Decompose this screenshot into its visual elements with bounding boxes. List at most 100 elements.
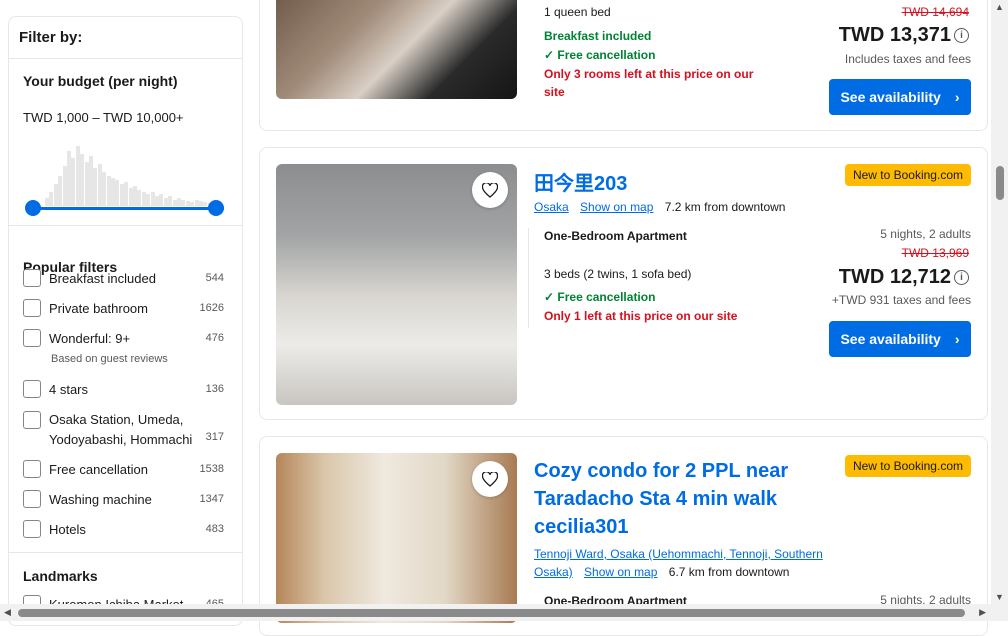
review-note: Based on guest reviews [51, 353, 168, 365]
budget-slider-max-handle[interactable] [208, 200, 224, 216]
histogram-bar [181, 200, 186, 206]
check-icon: ✓ [544, 290, 558, 304]
filter-label: 4 stars [49, 381, 89, 397]
scroll-up-icon[interactable]: ▲ [995, 2, 1004, 12]
info-icon[interactable]: i [954, 28, 969, 43]
see-availability-button[interactable]: See availability › [829, 79, 971, 115]
scroll-right-icon[interactable]: ▶ [979, 607, 986, 618]
bed-info: 1 queen bed [544, 5, 611, 19]
horizontal-scrollbar[interactable]: ◀ ▶ [0, 604, 1008, 621]
filter-private-bathroom[interactable]: Private bathroom [23, 299, 148, 317]
property-title[interactable]: Cozy condo for 2 PPL near Taradacho Sta … [534, 457, 788, 541]
filter-washing-machine[interactable]: Washing machine [23, 490, 152, 508]
breakfast-included: Breakfast included [544, 29, 652, 43]
divider [528, 228, 529, 328]
show-on-map-link[interactable]: Show on map [584, 565, 657, 579]
filter-sidebar: Filter by: Your budget (per night) TWD 1… [8, 16, 243, 626]
histogram-bar [155, 196, 159, 206]
filter-count: 544 [205, 272, 224, 284]
vertical-scrollbar[interactable]: ▲ ▼ [991, 0, 1008, 604]
location-line: Tennoji Ward, Osaka (Uehommachi, Tennoji… [534, 545, 834, 581]
save-heart-button[interactable] [472, 172, 508, 208]
checkbox[interactable] [23, 329, 41, 347]
histogram-bar [190, 202, 195, 206]
histogram-bar [137, 190, 142, 206]
filter-wonderful[interactable]: Wonderful: 9+ [23, 329, 130, 347]
histogram-bar [67, 151, 71, 206]
original-price: TWD 13,969 [901, 246, 969, 260]
checkbox[interactable] [23, 520, 41, 538]
filter-label: Washing machine [49, 491, 152, 507]
histogram-bar [106, 176, 111, 206]
filter-label: Wonderful: 9+ [49, 330, 131, 346]
histogram-bar [97, 164, 102, 206]
histogram-bar [115, 180, 120, 206]
histogram-bar [53, 184, 58, 206]
taxes-note: Includes taxes and fees [844, 52, 971, 66]
landmarks-title: Landmarks [23, 568, 98, 584]
taxes-note: +TWD 931 taxes and fees [831, 293, 971, 307]
location-link[interactable]: Osaka [534, 200, 569, 214]
filter-count: 1626 [199, 302, 224, 314]
scrollbar-thumb[interactable] [18, 609, 965, 617]
checkbox[interactable] [23, 380, 41, 398]
divider [9, 552, 242, 553]
property-title[interactable]: 田今里203 [534, 167, 627, 196]
histogram-bar [163, 198, 168, 206]
filter-label: Breakfast included [49, 270, 156, 286]
budget-title: Your budget (per night) [23, 73, 178, 89]
histogram-bar [75, 146, 80, 206]
property-photo[interactable] [276, 0, 517, 99]
histogram-bar [185, 201, 190, 206]
checkbox[interactable] [23, 490, 41, 508]
checkbox[interactable] [23, 460, 41, 478]
current-price: TWD 12,712 [838, 266, 951, 288]
heart-icon [482, 471, 498, 487]
histogram-bar [80, 154, 85, 206]
see-availability-button[interactable]: See availability › [829, 321, 971, 357]
location-line: Osaka Show on map 7.2 km from downtown [534, 200, 785, 214]
filter-breakfast[interactable]: Breakfast included [23, 269, 156, 287]
budget-slider-track[interactable] [33, 207, 224, 210]
histogram-bar [124, 182, 129, 206]
scarcity-message: Only 3 rooms left at this price on our s… [544, 67, 754, 99]
filter-free-cancellation[interactable]: Free cancellation [23, 460, 148, 478]
filter-count: 1347 [199, 493, 224, 505]
checkbox[interactable] [23, 269, 41, 287]
scrollbar-thumb[interactable] [996, 166, 1004, 200]
filter-4-stars[interactable]: 4 stars [23, 380, 88, 398]
original-price: TWD 14,694 [901, 5, 969, 19]
histogram-bar [71, 158, 76, 206]
histogram-bar [203, 202, 208, 206]
price-histogram [45, 144, 223, 206]
histogram-bar [172, 200, 177, 206]
filter-label: Private bathroom [49, 300, 148, 316]
new-badge: New to Booking.com [844, 164, 971, 186]
free-cancellation: ✓ Free cancellation [544, 290, 656, 304]
save-heart-button[interactable] [472, 461, 508, 497]
checkbox[interactable] [23, 299, 41, 317]
distance: 7.2 km from downtown [664, 200, 786, 214]
histogram-bar [177, 198, 181, 206]
property-card: 1 queen bed Breakfast included ✓ Free ca… [259, 0, 988, 131]
filter-count: 317 [205, 431, 224, 443]
filter-count: 136 [205, 383, 224, 395]
filter-osaka-station[interactable]: Osaka Station, Umeda, Yodoyabashi, Homma… [23, 410, 208, 450]
budget-slider-min-handle[interactable] [25, 200, 41, 216]
histogram-bar [150, 192, 155, 206]
heart-icon [482, 182, 498, 198]
filter-count: 483 [205, 523, 224, 535]
scroll-down-icon[interactable]: ▼ [995, 592, 1004, 602]
filter-hotels[interactable]: Hotels [23, 520, 86, 538]
scarcity-message: Only 1 left at this price on our site [544, 309, 738, 323]
histogram-bar [45, 198, 49, 206]
show-on-map-link[interactable]: Show on map [580, 200, 653, 214]
histogram-bar [102, 172, 107, 206]
histogram-bar [128, 188, 133, 206]
checkbox[interactable] [23, 411, 41, 429]
current-price: TWD 13,371 [838, 24, 951, 46]
stay-details: 5 nights, 2 adults [880, 227, 971, 241]
scroll-left-icon[interactable]: ◀ [4, 607, 11, 618]
info-icon[interactable]: i [954, 270, 969, 285]
histogram-bar [93, 168, 98, 206]
